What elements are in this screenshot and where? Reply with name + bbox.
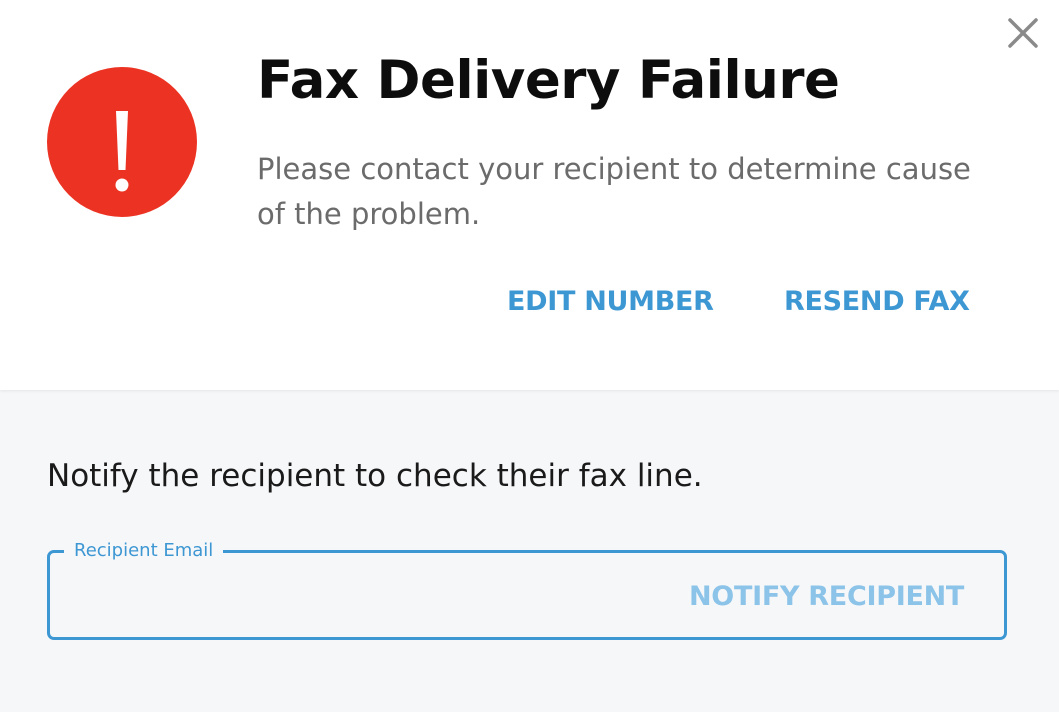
close-button[interactable] [1004, 14, 1042, 52]
recipient-email-input[interactable] [70, 573, 634, 619]
recipient-email-field: Recipient Email NOTIFY RECIPIENT [47, 539, 1007, 640]
edit-number-button[interactable]: EDIT NUMBER [507, 286, 714, 317]
close-icon [1008, 18, 1038, 48]
dialog-title: Fax Delivery Failure [257, 50, 840, 111]
dialog-header-panel: Fax Delivery Failure Please contact your… [0, 0, 1059, 390]
fax-failure-dialog: Fax Delivery Failure Please contact your… [0, 0, 1059, 712]
resend-fax-button[interactable]: RESEND FAX [784, 286, 970, 317]
dialog-message: Please contact your recipient to determi… [257, 152, 971, 231]
notify-instruction-text: Notify the recipient to check their fax … [47, 458, 703, 494]
alert-exclamation-icon [47, 67, 197, 217]
recipient-email-label: Recipient Email [64, 539, 224, 563]
notify-recipient-button[interactable]: NOTIFY RECIPIENT [689, 581, 964, 612]
